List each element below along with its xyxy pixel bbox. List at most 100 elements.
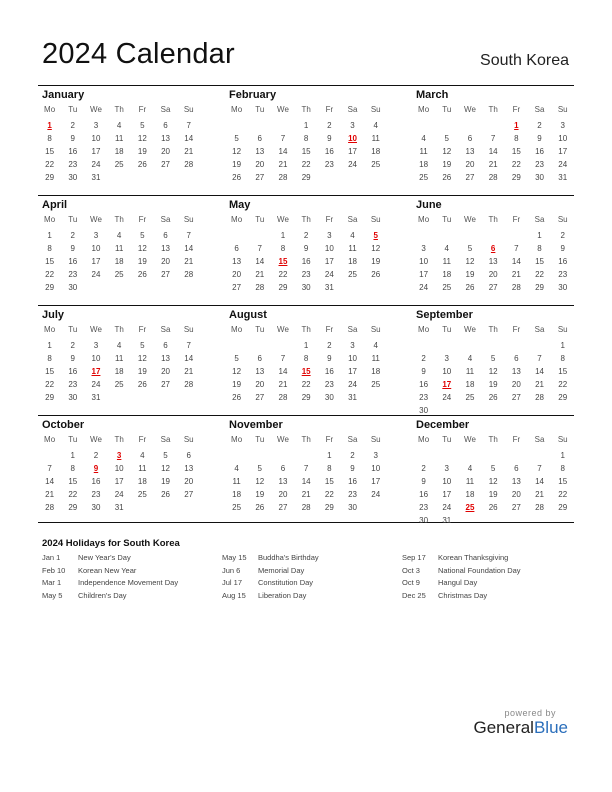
- week-row: 15 16 17 18 19 20 21: [38, 255, 208, 268]
- week-row: 22 23 24 25 26 27 28: [38, 268, 208, 281]
- day: 7: [490, 134, 496, 143]
- empty-day: [177, 281, 200, 294]
- empty-day: [131, 391, 154, 404]
- day: 13: [511, 367, 521, 376]
- day: 2: [70, 231, 75, 240]
- weekday-label: Mo: [44, 435, 56, 444]
- day: 16: [535, 147, 544, 156]
- empty-day: [108, 171, 131, 184]
- day: 7: [280, 134, 286, 143]
- day: 28: [255, 283, 265, 292]
- day: 12: [137, 244, 147, 253]
- week-row: 15 16 17 18 19 20 21: [38, 145, 208, 158]
- day: 10: [371, 464, 381, 473]
- day: 19: [137, 147, 147, 156]
- weekday-header: Mo Tu We Th Fr Sa Su: [225, 323, 395, 336]
- day: 11: [465, 367, 475, 376]
- day: 27: [278, 503, 288, 512]
- day: 1: [537, 231, 542, 240]
- weekday-label: Su: [370, 215, 381, 224]
- weekday-label: Fr: [138, 105, 147, 114]
- day: 9: [70, 134, 75, 143]
- weekday-label: Sa: [347, 435, 358, 444]
- day: 4: [350, 231, 355, 240]
- weekday-label: Tu: [68, 435, 78, 444]
- day: 10: [91, 354, 101, 363]
- holiday-day: 17: [442, 380, 452, 389]
- month-june: June Mo Tu We Th Fr Sa Su 1 2 3 4 5 6 7 8 9 10 11 12 13 14 15 1…: [412, 198, 582, 294]
- week-row: 3 4 5 6 7 8 9: [412, 242, 582, 255]
- holiday-date: Sep 17: [402, 553, 426, 562]
- empty-day: [412, 449, 435, 462]
- day: 10: [348, 354, 357, 363]
- month-october: October Mo Tu We Th Fr Sa Su 1 2 3 4 5 6 7 8 9 10 11 12 13 14…: [38, 418, 208, 514]
- footer-branding: powered by GeneralBlue: [473, 708, 568, 738]
- weekday-label: Tu: [255, 325, 265, 334]
- day: 21: [278, 160, 288, 169]
- week-row: 9 10 11 12 13 14 15: [412, 365, 582, 378]
- day: 15: [558, 477, 568, 486]
- day: 5: [490, 354, 496, 363]
- month-name: March: [416, 89, 449, 101]
- day: 27: [488, 283, 498, 292]
- day: 16: [301, 257, 311, 266]
- weekday-label: Mo: [418, 105, 430, 114]
- weekday-label: Fr: [325, 435, 334, 444]
- holiday-item: Jun 6 Memorial Day: [222, 565, 402, 578]
- holiday-columns: Jan 1 New Year's Day Feb 10 Korean New Year…: [42, 552, 582, 602]
- day: 20: [278, 490, 288, 499]
- week-row: 17 18 19 20 21 22 23: [412, 268, 582, 281]
- day: 28: [278, 393, 288, 402]
- holiday-item: Jan 1 New Year's Day: [42, 552, 222, 565]
- day: 3: [93, 341, 99, 350]
- weekday-header: Mo Tu We Th Fr Sa Su: [38, 213, 208, 226]
- day: 5: [140, 121, 145, 130]
- day: 10: [442, 477, 452, 486]
- empty-day: [154, 281, 177, 294]
- day: 25: [137, 490, 147, 499]
- day: 4: [421, 134, 426, 143]
- day: 26: [371, 270, 381, 279]
- day: 5: [257, 464, 262, 473]
- powered-by-label: powered by: [504, 708, 556, 718]
- weekday-label: Su: [370, 325, 381, 334]
- day: 12: [161, 464, 170, 473]
- empty-day: [482, 229, 505, 242]
- day: 15: [324, 477, 334, 486]
- day: 26: [255, 503, 265, 512]
- day: 4: [234, 464, 239, 473]
- week-row: 20 21 22 23 24 25 26: [225, 268, 395, 281]
- weekday-label: Th: [488, 105, 498, 114]
- month-november: November Mo Tu We Th Fr Sa Su 1 2 3 4 5 6 7 8 9 10 11 12 13 1…: [225, 418, 395, 514]
- weekday-label: Fr: [512, 215, 521, 224]
- day: 11: [348, 244, 357, 253]
- week-row: 30 31: [412, 514, 582, 527]
- day: 18: [114, 367, 124, 376]
- weekday-label: We: [90, 435, 102, 444]
- day: 9: [421, 367, 426, 376]
- weekday-header: Mo Tu We Th Fr Sa Su: [38, 103, 208, 116]
- holiday-day: 1: [514, 121, 519, 130]
- holiday-name: Hangul Day: [438, 578, 478, 587]
- day: 23: [558, 270, 568, 279]
- week-row: 1 2 3 4 5 6 7: [38, 119, 208, 132]
- empty-day: [295, 449, 318, 462]
- day: 17: [91, 147, 101, 156]
- day: 19: [442, 160, 452, 169]
- holiday-name: Korean New Year: [78, 565, 137, 575]
- week-row: 23 24 25 26 27 28 29: [412, 501, 582, 514]
- day: 6: [163, 341, 168, 350]
- day: 31: [348, 393, 357, 402]
- day: 1: [303, 341, 309, 350]
- week-row: 23 24 25 26 27 28 29: [412, 391, 582, 404]
- day: 19: [371, 257, 381, 266]
- empty-day: [482, 449, 505, 462]
- weekday-label: Tu: [442, 105, 452, 114]
- weekday-header: Mo Tu We Th Fr Sa Su: [225, 213, 395, 226]
- weekday-label: Sa: [160, 215, 171, 224]
- empty-day: [248, 339, 271, 352]
- day: 28: [184, 160, 194, 169]
- day: 2: [93, 451, 99, 460]
- day: 30: [301, 283, 311, 292]
- day: 14: [184, 244, 194, 253]
